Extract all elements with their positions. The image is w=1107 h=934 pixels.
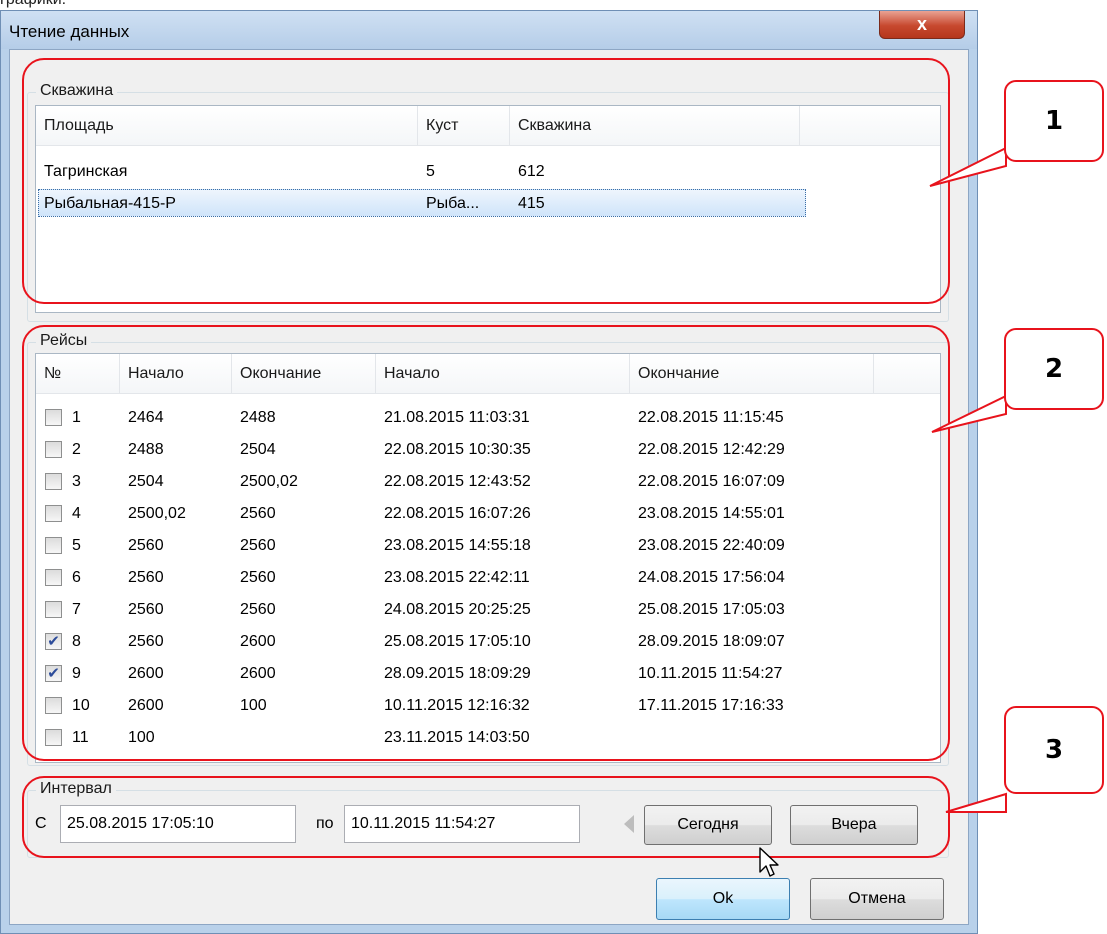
callout-pointer-3 [945,792,1007,813]
callout-pointer-2 [931,394,1007,433]
callout-pointers [929,146,1007,813]
callout-badge-1: 1 [1004,80,1104,162]
callout-pointer-1 [929,146,1007,187]
callout-badge-3: 3 [1004,706,1104,794]
callout-badge-2: 2 [1004,328,1104,410]
mouse-pointer-icon [759,847,779,877]
